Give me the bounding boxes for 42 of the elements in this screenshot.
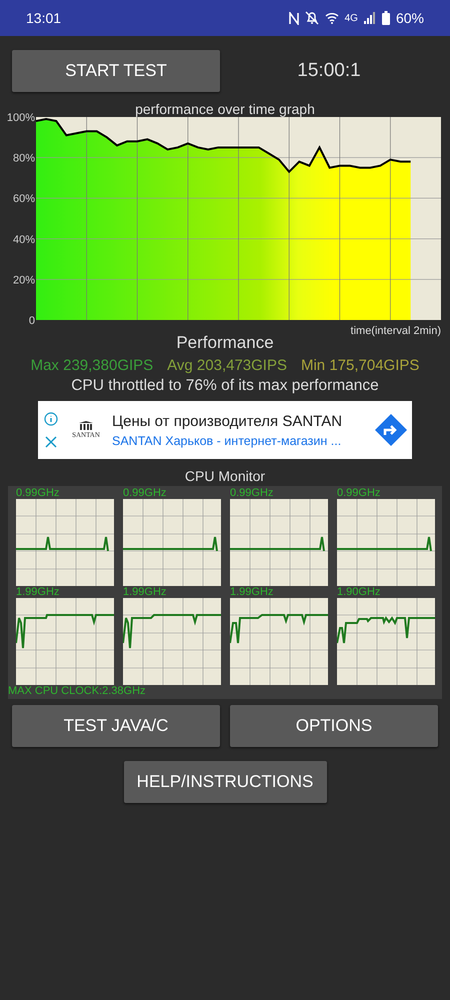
directions-icon[interactable] [374,413,408,447]
throttle-message: CPU throttled to 76% of its max performance [71,377,379,394]
core-frequency: 1.99GHz [123,586,168,598]
y-tick-label: 20% [12,274,35,286]
start-test-button[interactable]: START TEST [12,50,220,92]
performance-title: Performance [176,333,274,352]
core-frequency: 1.99GHz [230,586,274,598]
close-icon[interactable] [45,436,57,448]
menu-button[interactable]: TEST JAVA/C [12,705,220,747]
status-time: 13:01 [26,10,62,26]
max-performance: Max 239,380GIPS [30,357,154,374]
columns-logo-icon [79,421,93,431]
avg-performance: Avg 203,473GIPS [167,357,287,374]
cpu-monitor-title: CPU Monitor [184,468,266,484]
y-tick-label: 40% [12,234,35,246]
y-tick-label: 0 [28,315,35,327]
signal-icon [364,12,376,24]
x-axis-label: time(interval 2min) [350,325,441,337]
menu-button[interactable]: OPTIONS [230,705,438,747]
timer: 15:00:1 [296,60,362,82]
core-frequency: 0.99GHz [337,487,382,499]
battery-percent: 60% [396,10,424,26]
network-type: 4G [344,12,358,24]
battery-icon [382,11,390,25]
y-tick-label: 100% [6,112,35,124]
wifi-icon [324,12,339,24]
nfc-icon [288,12,299,24]
core-frequency: 0.99GHz [123,487,168,499]
help-button[interactable]: HELP/INSTRUCTIONS [124,761,326,803]
ad-title: Цены от производителя SANTAN [112,412,344,430]
core-frequency: 1.90GHz [337,586,382,598]
max-cpu-clock: MAX CPU CLOCK:2.38GHz [8,685,147,697]
core-frequency: 0.99GHz [230,487,274,499]
core-frequency: 0.99GHz [16,487,60,499]
chart-title: performance over time graph [134,101,316,117]
bell-off-icon [304,11,319,25]
y-tick-label: 80% [12,152,35,165]
ad-subtitle: SANTAN Харьков - интернет-магазин ... [112,434,342,448]
min-performance: Min 175,704GIPS [300,357,420,374]
info-icon[interactable] [44,412,58,426]
core-frequency: 1.99GHz [16,586,60,598]
y-tick-label: 60% [12,193,35,206]
